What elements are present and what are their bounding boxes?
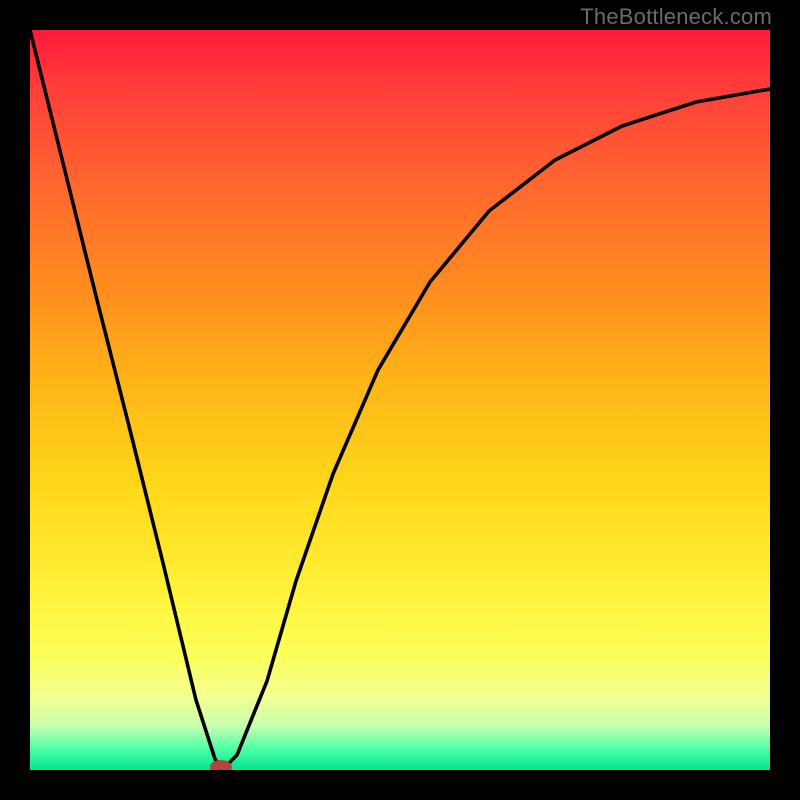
plot-area bbox=[30, 30, 770, 770]
curve-path bbox=[30, 30, 770, 770]
chart-frame: TheBottleneck.com bbox=[0, 0, 800, 800]
watermark-text: TheBottleneck.com bbox=[580, 4, 772, 30]
chart-svg bbox=[30, 30, 770, 770]
